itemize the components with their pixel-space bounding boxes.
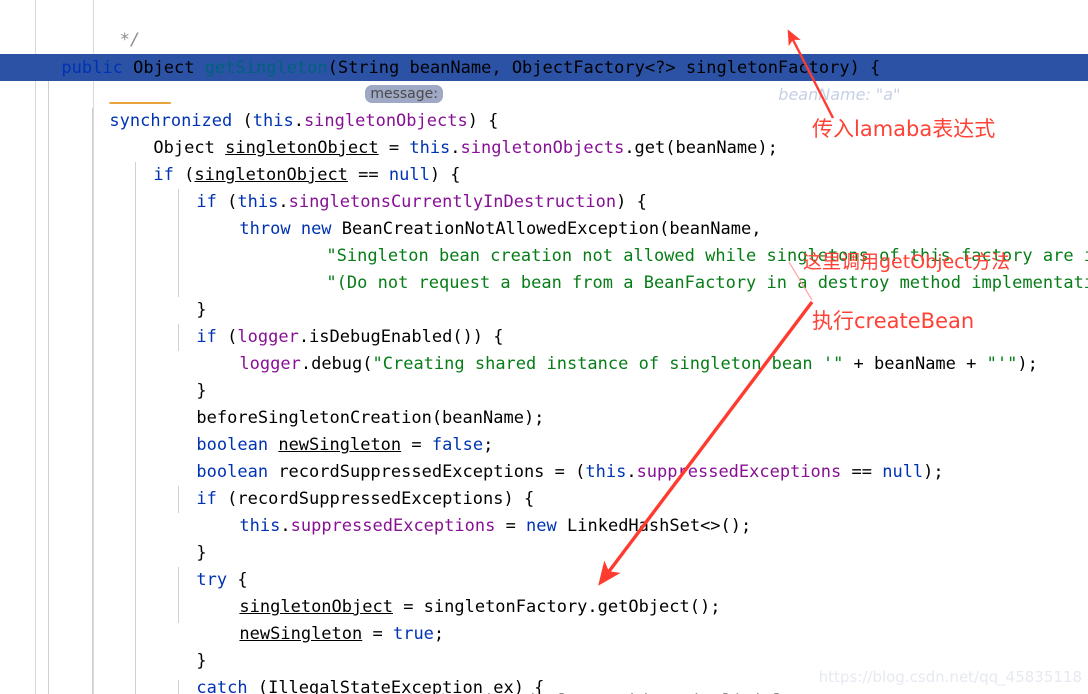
code-line[interactable]: boolean newSingleton = false; xyxy=(0,405,1088,455)
code-line[interactable]: public Object getSingleton(String beanNa… xyxy=(0,27,1088,78)
code-line[interactable]: } xyxy=(0,621,1088,671)
code-line[interactable]: singletonObject = singletonFactory.getOb… xyxy=(0,567,1088,617)
indent-guide xyxy=(178,680,179,694)
code-line-text: public Object getSingleton(String beanNa… xyxy=(61,58,881,78)
code-line-text: } xyxy=(196,543,207,563)
code-line-text: } xyxy=(196,300,207,320)
code-line-text: if (recordSuppressedExceptions) { xyxy=(196,489,535,509)
code-line-text: if (logger.isDebugEnabled()) { xyxy=(196,327,504,347)
code-line[interactable]: try { xyxy=(0,540,1088,590)
code-line-text: boolean recordSuppressedExceptions = (th… xyxy=(196,462,944,482)
code-line-text: catch (IllegalStateException ex) { xyxy=(196,678,545,694)
csdn-watermark: https://blog.csdn.net/qq_45835118 xyxy=(818,668,1082,686)
code-line-text: } xyxy=(196,651,207,671)
indent-guide xyxy=(178,567,179,623)
code-line-text: try { xyxy=(196,570,248,590)
code-line-text: synchronized (this.singletonObjects) { xyxy=(109,111,499,131)
code-line-text: singletonObject = singletonFactory.getOb… xyxy=(239,597,721,617)
code-line-text: logger.debug("Creating shared instance o… xyxy=(239,354,1038,374)
code-line[interactable]: beforeSingletonCreation(beanName); xyxy=(0,378,1088,428)
code-line-text: boolean newSingleton = false; xyxy=(196,435,494,455)
code-content[interactable]: */ public Object getSingleton(String bea… xyxy=(0,0,1088,694)
code-line[interactable]: boolean recordSuppressedExceptions = (th… xyxy=(0,432,1088,482)
code-line-text: throw new BeanCreationNotAllowedExceptio… xyxy=(239,219,762,239)
code-line-text: this.suppressedExceptions = new LinkedHa… xyxy=(239,516,752,536)
code-line-text: beforeSingletonCreation(beanName); xyxy=(196,408,545,428)
code-line-text: newSingleton = true; xyxy=(239,624,445,644)
parameter-name-hint: message: xyxy=(365,85,443,103)
code-editor[interactable]: */ public Object getSingleton(String bea… xyxy=(0,0,1088,694)
code-line[interactable]: this.suppressedExceptions = new LinkedHa… xyxy=(0,486,1088,536)
indent-guide xyxy=(178,189,179,297)
indent-guide xyxy=(135,162,136,694)
annotation-lambda: 传入lamaba表达式 xyxy=(812,117,996,141)
code-line-text: */ xyxy=(109,30,141,50)
indent-guide xyxy=(48,81,49,694)
code-line[interactable]: */ xyxy=(0,0,1088,50)
indent-guide xyxy=(92,108,93,694)
code-line-text: Object singletonObject = this.singletonO… xyxy=(153,138,778,158)
code-line-text: } xyxy=(196,381,207,401)
annotation-getobject: 这里调用getObject方法 xyxy=(803,251,1011,273)
code-line-text: if (this.singletonsCurrentlyInDestructio… xyxy=(196,192,647,212)
indent-guide xyxy=(178,324,179,351)
indent-guide xyxy=(178,486,179,513)
code-line-text: "(Do not request a bean from a BeanFacto… xyxy=(326,273,1088,293)
annotation-createbean: 执行createBean xyxy=(812,309,975,333)
code-line-text: Assert.notNull(beanName, message: "Bean … xyxy=(109,85,761,105)
code-line-text: if (singletonObject == null) { xyxy=(153,165,461,185)
